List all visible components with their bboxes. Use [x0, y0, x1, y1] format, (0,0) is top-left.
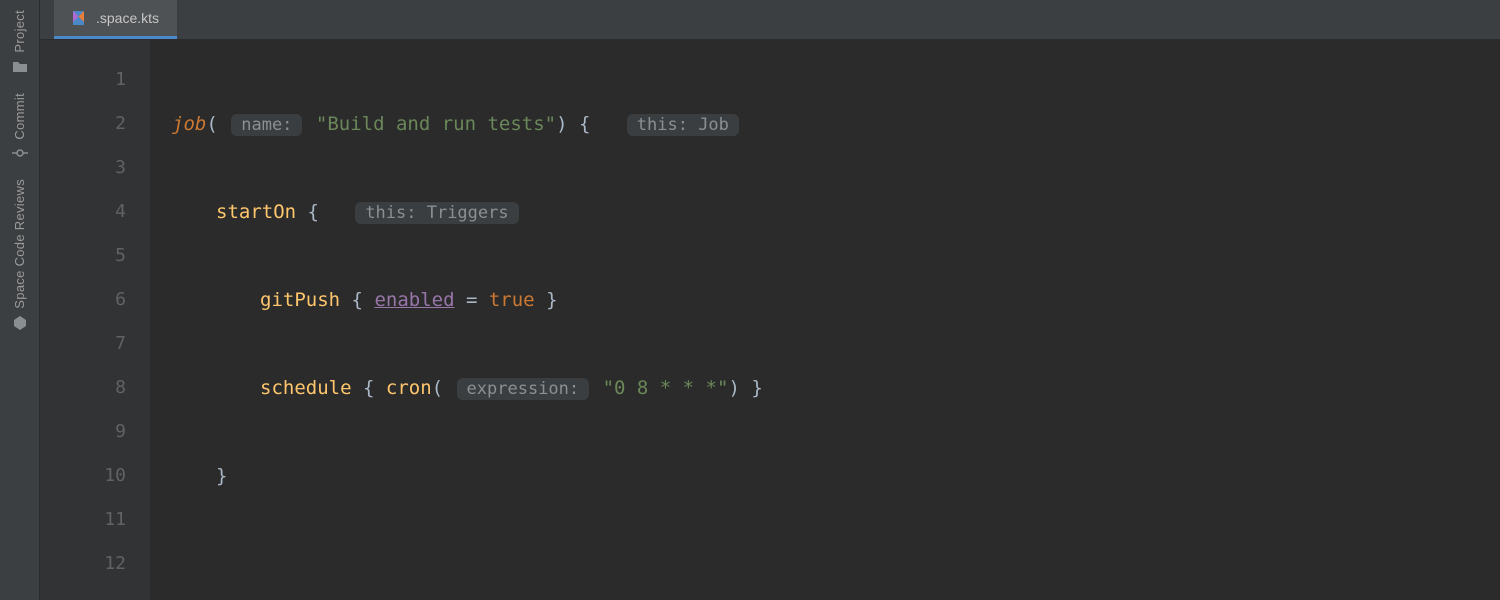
code-line: startOn { this: Triggers	[172, 190, 1500, 234]
rail-label: Space Code Reviews	[12, 179, 27, 309]
line-number: 6	[40, 278, 126, 322]
rail-item-project[interactable]: Project	[12, 10, 28, 75]
editor-main: .space.kts 1 2 3 4 5 6 7 8 9 10 11 12 jo…	[40, 0, 1500, 600]
kotlin-file-icon	[72, 10, 88, 26]
inlay-hint: name:	[231, 114, 302, 136]
tab-filename: .space.kts	[96, 10, 159, 26]
code-editor[interactable]: 1 2 3 4 5 6 7 8 9 10 11 12 job( name: "B…	[40, 40, 1500, 600]
line-number: 1	[40, 58, 126, 102]
line-number: 9	[40, 410, 126, 454]
line-number: 4	[40, 190, 126, 234]
tab-space-kts[interactable]: .space.kts	[54, 0, 177, 39]
folder-icon	[12, 59, 28, 75]
rail-item-reviews[interactable]: Space Code Reviews	[12, 179, 28, 331]
tool-window-rail: Project Commit Space Code Reviews	[0, 0, 40, 600]
commit-icon	[12, 145, 28, 161]
line-number: 5	[40, 234, 126, 278]
line-number: 10	[40, 454, 126, 498]
line-number: 2	[40, 102, 126, 146]
rail-item-commit[interactable]: Commit	[12, 93, 28, 162]
line-number: 8	[40, 366, 126, 410]
code-area[interactable]: job( name: "Build and run tests") { this…	[150, 40, 1500, 600]
line-number-gutter: 1 2 3 4 5 6 7 8 9 10 11 12	[40, 40, 150, 600]
line-number: 12	[40, 542, 126, 586]
line-number: 11	[40, 498, 126, 542]
line-number: 7	[40, 322, 126, 366]
space-icon	[12, 315, 28, 331]
inlay-hint: this: Triggers	[355, 202, 518, 224]
code-line	[172, 542, 1500, 586]
code-line: }	[172, 454, 1500, 498]
code-line: job( name: "Build and run tests") { this…	[172, 102, 1500, 146]
inlay-hint: this: Job	[627, 114, 739, 136]
rail-label: Project	[12, 10, 27, 53]
code-line: gitPush { enabled = true }	[172, 278, 1500, 322]
rail-label: Commit	[12, 93, 27, 140]
inlay-hint: expression:	[457, 378, 590, 400]
line-number: 3	[40, 146, 126, 190]
editor-tabbar: .space.kts	[40, 0, 1500, 40]
code-line: schedule { cron( expression: "0 8 * * *"…	[172, 366, 1500, 410]
